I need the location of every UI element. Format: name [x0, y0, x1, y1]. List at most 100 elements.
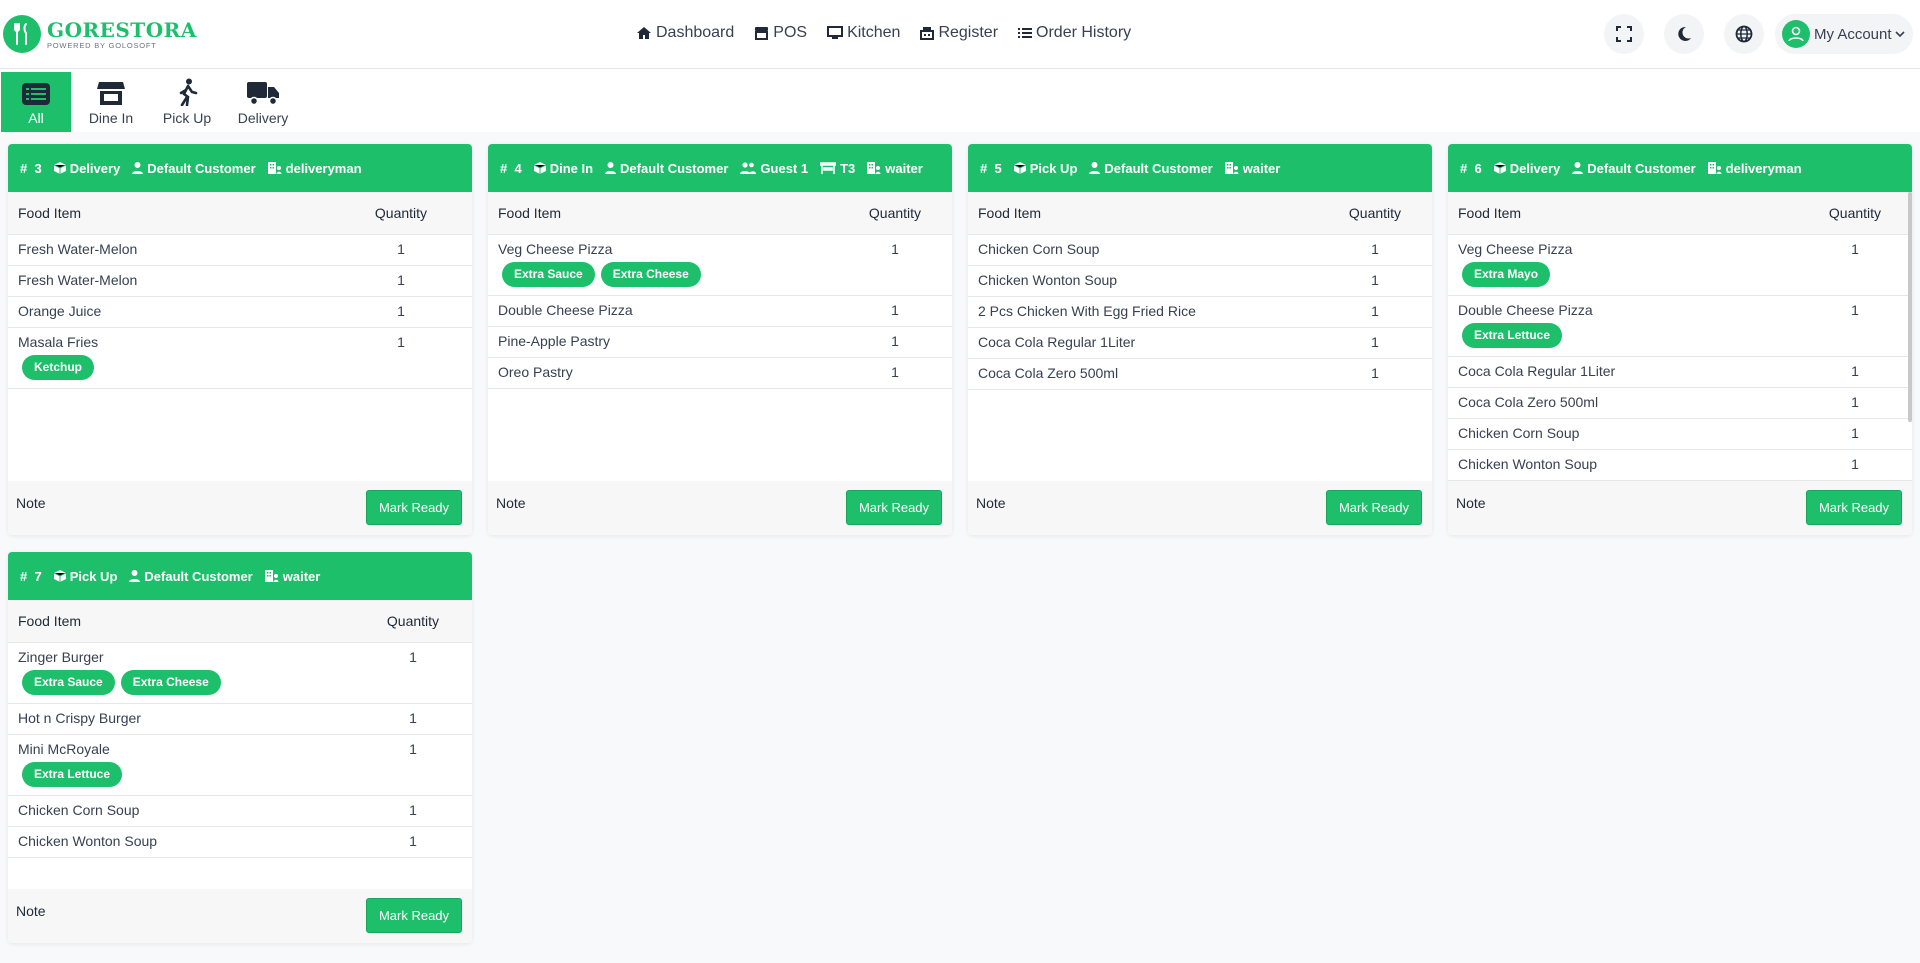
column-header-item: Food Item	[1458, 205, 1522, 221]
order-header: # 3 Delivery Default Customer deliveryma…	[8, 144, 472, 192]
mark-ready-button[interactable]: Mark Ready	[1326, 490, 1422, 525]
order-type: Delivery	[1493, 161, 1560, 176]
item-name: Chicken Wonton Soup	[978, 272, 1118, 288]
column-header-qty: Quantity	[1828, 205, 1882, 221]
item-name: Double Cheese Pizza	[498, 302, 633, 318]
filter-delivery-label: Delivery	[237, 110, 289, 126]
item-name: Chicken Corn Soup	[1458, 425, 1580, 441]
order-type-filter: All Dine In Pick Up Delivery	[0, 69, 1920, 132]
item-qty: 1	[409, 833, 417, 849]
nav-dashboard[interactable]: Dashboard	[636, 24, 734, 42]
order-item-row: Coca Cola Zero 500ml 1	[1448, 388, 1912, 419]
addon-badge: Extra Lettuce	[1462, 323, 1563, 348]
item-qty: 1	[1371, 241, 1379, 257]
main-nav: Dashboard POS Kitchen Register Order His…	[636, 24, 1151, 42]
order-item-row: Pine-Apple Pastry 1	[488, 327, 952, 358]
order-type: Pick Up	[1013, 161, 1077, 176]
list-icon	[1018, 28, 1033, 38]
dark-mode-toggle[interactable]	[1664, 14, 1704, 54]
item-name: Coca Cola Regular 1Liter	[978, 334, 1136, 350]
box-icon	[533, 162, 546, 174]
filter-dine-in[interactable]: Dine In	[78, 72, 144, 132]
order-item-row: Mini McRoyale 1 Extra Lettuce	[8, 735, 472, 796]
mark-ready-button[interactable]: Mark Ready	[1806, 490, 1902, 525]
brand-logo[interactable]: GORESTORA POWERED BY GOLOSOFT	[3, 15, 197, 53]
item-qty: 1	[1851, 394, 1859, 410]
order-item-row: Fresh Water-Melon 1	[8, 266, 472, 297]
nav-order-history[interactable]: Order History	[1018, 24, 1131, 42]
order-item-row: Chicken Corn Soup 1	[968, 235, 1432, 266]
globe-icon	[1735, 25, 1753, 43]
nav-order-history-label: Order History	[1036, 24, 1132, 41]
nav-kitchen[interactable]: Kitchen	[827, 24, 900, 42]
users-icon	[740, 162, 757, 174]
filter-delivery[interactable]: Delivery	[230, 72, 296, 132]
note-label[interactable]: Note	[16, 903, 46, 919]
filter-all-label: All	[28, 110, 44, 126]
item-name: Chicken Wonton Soup	[1458, 456, 1598, 472]
order-items-table: Food Item Quantity Chicken Corn Soup 1 Chi…	[968, 192, 1432, 390]
walking-person-icon	[179, 78, 198, 106]
order-type: Delivery	[53, 161, 120, 176]
brand-name: GORESTORA	[47, 17, 197, 42]
filter-all[interactable]: All	[1, 72, 71, 132]
item-qty: 1	[1851, 425, 1859, 441]
expand-icon	[1616, 26, 1632, 42]
item-qty: 1	[1371, 272, 1379, 288]
mark-ready-button[interactable]: Mark Ready	[366, 490, 462, 525]
addon-badge: Extra Sauce	[22, 670, 115, 695]
order-number: # 4	[500, 160, 522, 176]
order-number: # 3	[20, 160, 42, 176]
order-items-table[interactable]: Food Item Quantity Veg Cheese Pizza 1 Extr…	[1448, 192, 1912, 481]
language-button[interactable]	[1724, 14, 1764, 54]
order-card: # 3 Delivery Default Customer deliveryma…	[8, 144, 472, 535]
item-qty: 1	[409, 649, 417, 665]
box-icon	[53, 162, 66, 174]
box-icon	[53, 570, 66, 582]
order-item-row: Veg Cheese Pizza 1 Extra Sauce Extra Chees…	[488, 235, 952, 296]
order-number: # 5	[980, 160, 1002, 176]
item-qty: 1	[891, 333, 899, 349]
note-label[interactable]: Note	[976, 495, 1006, 511]
order-items-table: Food Item Quantity Veg Cheese Pizza 1 Extr…	[488, 192, 952, 389]
filter-pick-up-label: Pick Up	[162, 110, 212, 126]
chevron-down-icon	[1894, 30, 1905, 37]
order-card: # 5 Pick Up Default Customer waiter Food…	[968, 144, 1432, 535]
item-qty: 1	[397, 303, 405, 319]
order-item-row: Orange Juice 1	[8, 297, 472, 328]
building-user-icon	[264, 570, 279, 582]
mark-ready-button[interactable]: Mark Ready	[846, 490, 942, 525]
moon-icon	[1678, 26, 1691, 41]
order-footer: Note Mark Ready	[8, 481, 472, 535]
items-scrollbar[interactable]	[1908, 192, 1912, 422]
nav-register[interactable]: Register	[920, 24, 998, 42]
addon-badge: Extra Lettuce	[22, 762, 123, 787]
top-header: GORESTORA POWERED BY GOLOSOFT Dashboard …	[0, 0, 1920, 69]
account-menu[interactable]: My Account	[1775, 14, 1913, 54]
order-staff: waiter	[867, 161, 923, 176]
note-label[interactable]: Note	[1456, 495, 1486, 511]
column-header-qty: Quantity	[1348, 205, 1402, 221]
order-item-row: Oreo Pastry 1	[488, 358, 952, 389]
note-label[interactable]: Note	[496, 495, 526, 511]
order-items-table: Food Item Quantity Fresh Water-Melon 1 Fre…	[8, 192, 472, 389]
order-item-row: Chicken Wonton Soup 1	[968, 266, 1432, 297]
item-qty: 1	[891, 302, 899, 318]
item-name: Chicken Wonton Soup	[18, 833, 158, 849]
store-icon	[755, 27, 769, 40]
filter-pick-up[interactable]: Pick Up	[155, 72, 219, 132]
order-customer: Default Customer	[1089, 161, 1213, 176]
item-qty: 1	[409, 710, 417, 726]
note-label[interactable]: Note	[16, 495, 46, 511]
user-icon	[1089, 162, 1101, 174]
mark-ready-button[interactable]: Mark Ready	[366, 898, 462, 933]
order-customer: Default Customer	[132, 161, 256, 176]
home-icon	[637, 27, 651, 39]
fullscreen-button[interactable]	[1604, 14, 1644, 54]
item-name: 2 Pcs Chicken With Egg Fried Rice	[978, 303, 1196, 319]
column-header-qty: Quantity	[374, 205, 428, 221]
nav-pos[interactable]: POS	[754, 24, 807, 42]
addon-badge: Extra Cheese	[600, 262, 701, 287]
order-staff: deliveryman	[267, 161, 362, 176]
addon-badge: Extra Mayo	[1462, 262, 1551, 287]
